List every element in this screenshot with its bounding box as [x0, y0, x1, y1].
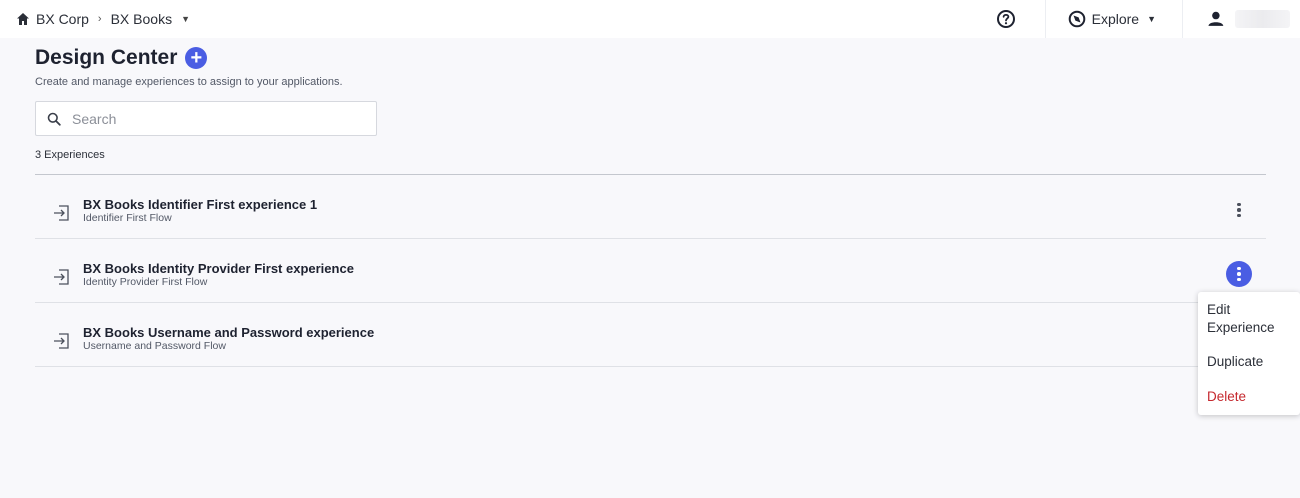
menu-item-duplicate[interactable]: Duplicate — [1207, 353, 1263, 371]
list-item[interactable]: BX Books Username and Password experienc… — [35, 303, 1266, 367]
search-box[interactable] — [35, 101, 377, 136]
experience-count: 3 Experiences — [35, 149, 105, 161]
breadcrumb-separator-icon: › — [97, 13, 102, 25]
add-experience-button[interactable]: + — [185, 47, 208, 69]
top-bar: BX Corp › BX Books ▼ Explore ▼ — [0, 0, 1300, 38]
help-icon[interactable] — [995, 8, 1017, 30]
experience-context-menu: Edit Experience Duplicate Delete — [1198, 292, 1300, 415]
experience-title: BX Books Identifier First experience 1 — [83, 197, 318, 212]
menu-item-delete[interactable]: Delete — [1207, 388, 1246, 406]
sign-in-icon — [54, 269, 69, 285]
list-item[interactable]: BX Books Identifier First experience 1 I… — [35, 175, 1266, 239]
explore-menu-button[interactable]: Explore ▼ — [1046, 10, 1182, 28]
experience-flow: Identity Provider First Flow — [83, 276, 208, 288]
more-options-icon[interactable] — [1226, 261, 1252, 287]
home-icon[interactable] — [16, 12, 30, 26]
sign-in-icon — [54, 333, 69, 349]
experience-title: BX Books Identity Provider First experie… — [83, 261, 354, 276]
user-name-redacted — [1234, 10, 1290, 28]
search-input[interactable] — [72, 110, 352, 127]
chevron-down-icon: ▼ — [1147, 14, 1156, 24]
experience-flow: Username and Password Flow — [83, 340, 226, 352]
list-item[interactable]: BX Books Identity Provider First experie… — [35, 239, 1266, 303]
page-title: Design Center — [35, 46, 178, 69]
compass-icon — [1068, 10, 1085, 28]
search-icon — [47, 112, 61, 126]
experience-list: BX Books Identifier First experience 1 I… — [35, 175, 1266, 367]
experience-title: BX Books Username and Password experienc… — [83, 325, 375, 340]
more-options-icon[interactable] — [1226, 197, 1252, 223]
breadcrumb-environment[interactable]: BX Books — [111, 11, 172, 27]
menu-item-edit-experience[interactable]: Edit Experience — [1207, 301, 1287, 337]
explore-label: Explore — [1091, 11, 1140, 27]
chevron-down-icon[interactable]: ▼ — [181, 14, 190, 24]
page-subtitle: Create and manage experiences to assign … — [35, 76, 343, 88]
user-menu[interactable] — [1183, 10, 1300, 28]
user-icon — [1208, 11, 1224, 26]
breadcrumb-org[interactable]: BX Corp — [36, 11, 89, 27]
breadcrumb: BX Corp › BX Books ▼ — [0, 11, 190, 27]
experience-flow: Identifier First Flow — [83, 212, 172, 224]
sign-in-icon — [54, 205, 69, 221]
